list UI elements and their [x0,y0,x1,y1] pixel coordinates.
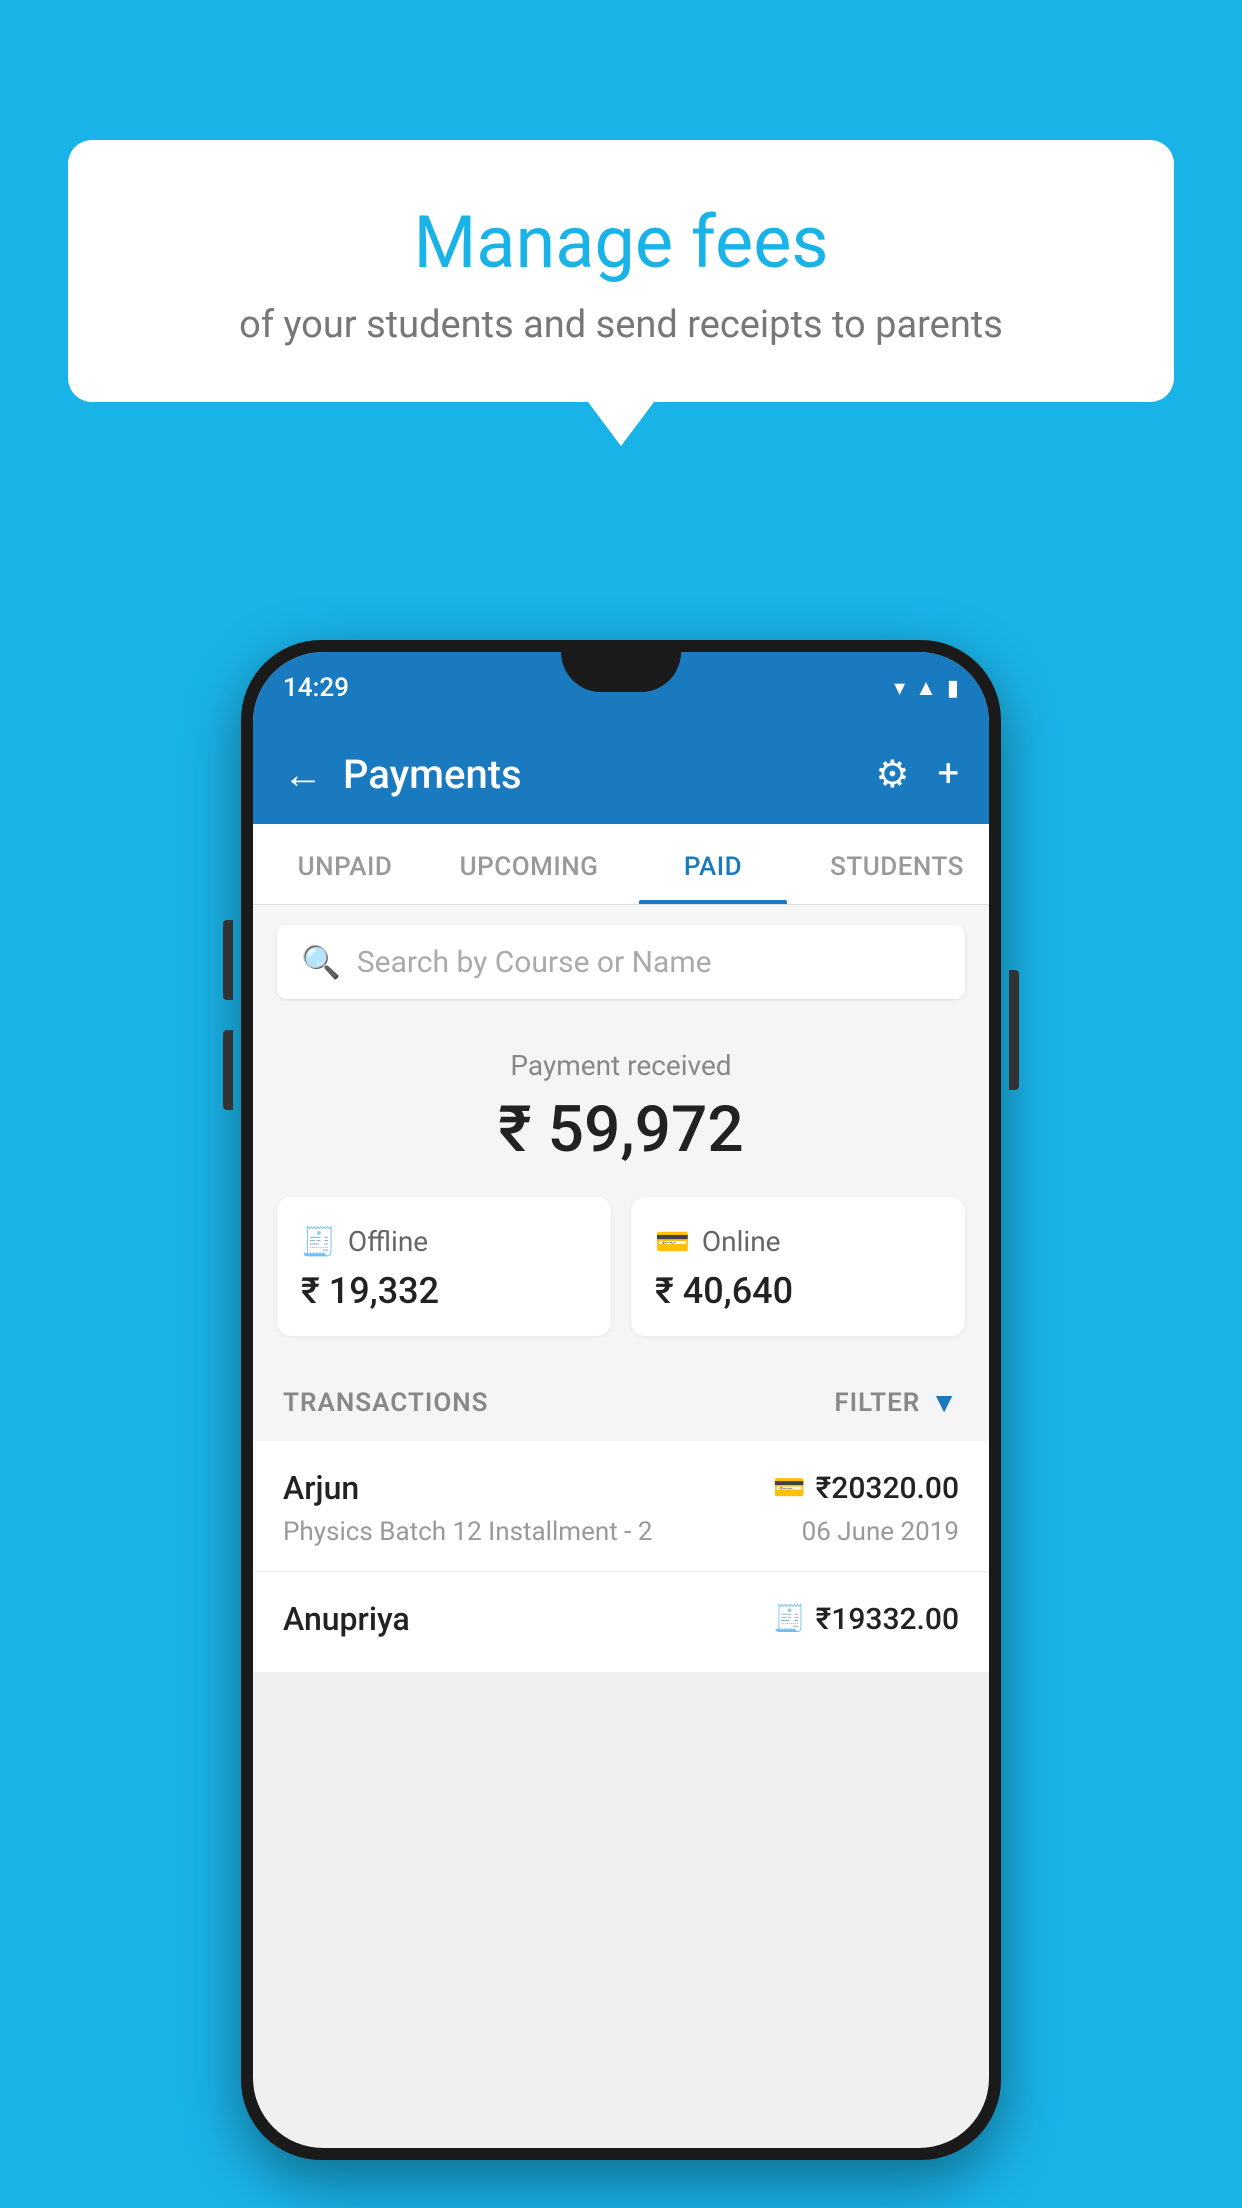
tab-students[interactable]: STUDENTS [805,824,989,904]
settings-icon[interactable]: ⚙ [875,752,909,797]
filter-label: FILTER [834,1388,920,1418]
tab-paid[interactable]: PAID [621,824,805,904]
payment-cards: 🧾 Offline ₹ 19,332 💳 Online ₹ 40,640 [277,1197,965,1336]
volume-up-button [223,920,233,1000]
online-payment-card: 💳 Online ₹ 40,640 [631,1197,965,1336]
table-row[interactable]: Arjun 💳 ₹20320.00 Physics Batch 12 Insta… [253,1441,989,1572]
online-amount: ₹ 40,640 [655,1270,941,1312]
transaction-amount-value-arjun: ₹20320.00 [816,1471,959,1506]
transaction-name-arjun: Arjun [283,1469,359,1507]
transaction-amount-value-anupriya: ₹19332.00 [816,1602,959,1637]
search-icon: 🔍 [301,943,341,981]
search-container: 🔍 Search by Course or Name [253,905,989,1019]
transaction-amount-arjun: 💳 ₹20320.00 [773,1471,959,1506]
search-input[interactable]: Search by Course or Name [357,945,712,980]
offline-payment-card: 🧾 Offline ₹ 19,332 [277,1197,611,1336]
offline-amount: ₹ 19,332 [301,1270,587,1312]
speech-bubble: Manage fees of your students and send re… [68,140,1174,402]
filter-button[interactable]: FILTER ▼ [834,1386,959,1419]
offline-label: Offline [348,1225,428,1258]
power-button [1009,970,1019,1090]
speech-bubble-title: Manage fees [118,200,1124,285]
phone-frame: 14:29 ▾ ▲ ▮ ← Payments ⚙ + UNPAID UPCOMI… [241,640,1001,2160]
offline-icon: 🧾 [301,1225,336,1258]
tabs: UNPAID UPCOMING PAID STUDENTS [253,824,989,905]
tab-unpaid[interactable]: UNPAID [253,824,437,904]
table-row[interactable]: Anupriya 🧾 ₹19332.00 [253,1572,989,1673]
online-card-header: 💳 Online [655,1225,941,1258]
phone-screen: 14:29 ▾ ▲ ▮ ← Payments ⚙ + UNPAID UPCOMI… [253,652,989,2148]
wifi-icon: ▾ [894,676,905,701]
online-label: Online [702,1225,781,1258]
app-bar: ← Payments ⚙ + [253,724,989,824]
app-bar-title: Payments [343,751,855,798]
battery-icon: ▮ [947,676,959,701]
transactions-label: TRANSACTIONS [283,1388,489,1418]
online-icon: 💳 [655,1225,690,1258]
add-icon[interactable]: + [937,752,959,796]
payment-total-amount: ₹ 59,972 [277,1092,965,1167]
filter-icon: ▼ [930,1386,959,1419]
transactions-header: TRANSACTIONS FILTER ▼ [253,1364,989,1441]
status-bar: 14:29 ▾ ▲ ▮ [253,652,989,724]
payment-received-label: Payment received [277,1049,965,1082]
payment-type-icon-anupriya: 🧾 [773,1604,805,1634]
tab-upcoming[interactable]: UPCOMING [437,824,621,904]
search-bar[interactable]: 🔍 Search by Course or Name [277,925,965,999]
notch [561,652,681,692]
speech-bubble-subtitle: of your students and send receipts to pa… [118,303,1124,347]
transaction-date-arjun: 06 June 2019 [802,1517,959,1547]
transaction-top-arjun: Arjun 💳 ₹20320.00 [283,1469,959,1507]
status-time: 14:29 [283,673,349,703]
status-icons: ▾ ▲ ▮ [894,675,959,701]
transaction-desc-arjun: Physics Batch 12 Installment - 2 06 June… [283,1517,959,1547]
payment-type-icon-arjun: 💳 [773,1473,805,1503]
signal-icon: ▲ [915,675,937,701]
app-bar-actions: ⚙ + [875,752,959,797]
offline-card-header: 🧾 Offline [301,1225,587,1258]
transaction-amount-anupriya: 🧾 ₹19332.00 [773,1602,959,1637]
transaction-name-anupriya: Anupriya [283,1600,410,1638]
back-button[interactable]: ← [283,751,323,798]
volume-down-button [223,1030,233,1110]
transaction-top-anupriya: Anupriya 🧾 ₹19332.00 [283,1600,959,1638]
payment-summary: Payment received ₹ 59,972 🧾 Offline ₹ 19… [253,1019,989,1364]
transaction-course-arjun: Physics Batch 12 Installment - 2 [283,1517,652,1547]
